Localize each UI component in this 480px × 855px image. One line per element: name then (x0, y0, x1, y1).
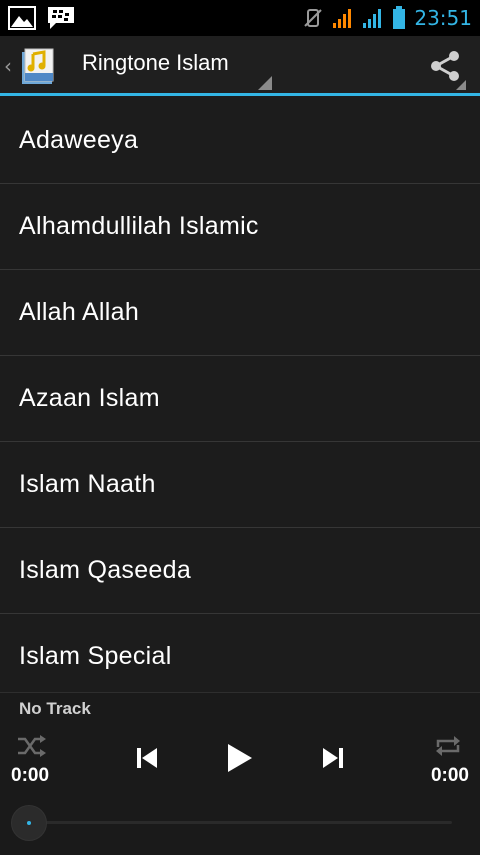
app-title-spinner[interactable]: Ringtone Islam (82, 50, 229, 82)
play-icon[interactable] (222, 739, 256, 777)
seek-thumb[interactable] (11, 805, 47, 841)
signal-orange-icon (333, 9, 352, 28)
previous-icon[interactable] (132, 741, 162, 775)
list-item[interactable]: Alhamdullilah Islamic (0, 184, 480, 270)
up-caret-icon[interactable]: ‹ (4, 54, 12, 78)
notification-icons (8, 4, 76, 32)
clock: 23:51 (414, 6, 472, 30)
share-dropdown-indicator-icon (456, 80, 466, 90)
list-item[interactable]: Adaweeya (0, 98, 480, 184)
list-item[interactable]: Islam Qaseeda (0, 528, 480, 614)
app-title: Ringtone Islam (82, 50, 229, 75)
track-name: No Track (19, 699, 91, 718)
repeat-icon[interactable] (434, 733, 462, 759)
status-bar: 23:51 (0, 0, 480, 36)
bbm-icon (48, 7, 74, 29)
next-icon[interactable] (318, 741, 348, 775)
list-item[interactable]: Islam Special (0, 614, 480, 692)
app-icon[interactable] (18, 46, 58, 86)
time-elapsed: 0:00 (11, 765, 50, 786)
gallery-icon (8, 6, 36, 30)
time-total: 0:00 (430, 765, 469, 786)
ringtone-list[interactable]: Adaweeya Alhamdullilah Islamic Allah All… (0, 98, 480, 692)
system-icons: 23:51 (302, 0, 472, 36)
seek-bar[interactable] (28, 821, 452, 824)
list-item[interactable]: Azaan Islam (0, 356, 480, 442)
action-bar-divider (0, 93, 480, 96)
list-item[interactable]: Allah Allah (0, 270, 480, 356)
player-panel: No Track 0:00 0:00 (0, 692, 480, 855)
list-item[interactable]: Islam Naath (0, 442, 480, 528)
signal-blue-icon (363, 9, 382, 28)
seek-thumb-dot (27, 821, 31, 825)
action-bar: ‹ Ringtone Islam (0, 36, 480, 96)
spinner-indicator-icon (258, 76, 272, 90)
shuffle-icon[interactable] (16, 733, 48, 759)
vibrate-off-icon (304, 9, 323, 27)
battery-icon (393, 6, 406, 29)
